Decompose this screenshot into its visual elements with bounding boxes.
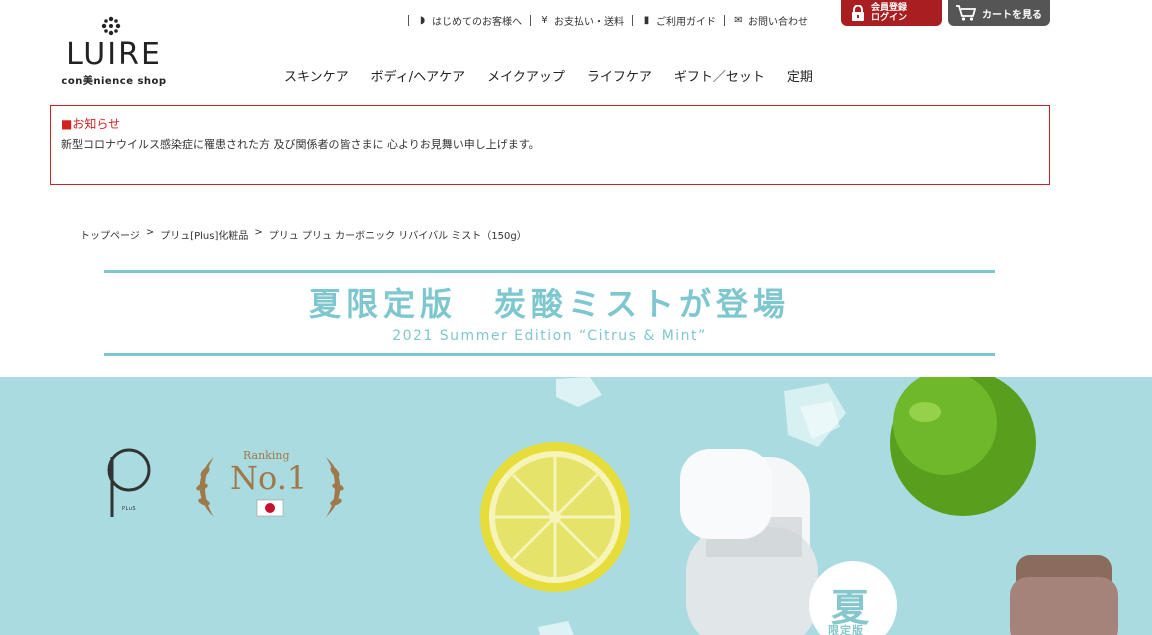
notice-title: ■お知らせ bbox=[61, 117, 121, 131]
util-link-payment[interactable]: ¥ お支払い・送料 bbox=[539, 13, 624, 28]
view-cart-label: カートを見る bbox=[982, 9, 1042, 21]
breadcrumb: トップページ > プリュ[Plus]化粧品 > プリュ プリュ カーボニック リ… bbox=[80, 227, 527, 242]
bottle-icon bbox=[1010, 555, 1118, 635]
plus-brand-name: PLuS bbox=[122, 506, 137, 512]
cart-icon bbox=[956, 5, 976, 21]
mist-bottle-icon bbox=[680, 449, 818, 635]
lemon-slice-icon bbox=[480, 442, 630, 592]
divider bbox=[530, 14, 531, 26]
member-login-label: 会員登録 ログイン bbox=[871, 3, 908, 23]
breadcrumb-separator: > bbox=[145, 227, 155, 238]
nav-gift-set[interactable]: ギフト／セット bbox=[674, 66, 765, 85]
campaign-bottom-rule bbox=[104, 353, 995, 356]
nav-body-haircare[interactable]: ボディ/ヘアケア bbox=[371, 66, 465, 85]
campaign-title: 夏限定版 炭酸ミストが登場 bbox=[308, 285, 790, 323]
logo-flower-icon bbox=[101, 16, 121, 36]
ranking-value: No.1 bbox=[230, 459, 308, 497]
yen-icon: ¥ bbox=[541, 14, 548, 26]
hero-illustration bbox=[107, 377, 1118, 635]
view-cart-button[interactable]: カートを見る bbox=[948, 0, 1050, 26]
hero-banner[interactable]: Ranking No.1 PLuS 夏 限定版 bbox=[0, 377, 1152, 635]
util-link-label: はじめてのお客様へ bbox=[432, 16, 522, 28]
lock-icon bbox=[852, 5, 864, 21]
notice-body: 新型コロナウイルス感染症に罹患された方 及び関係者の皆さまに 心よりお見舞い申し… bbox=[61, 138, 540, 151]
breadcrumb-separator: > bbox=[254, 227, 263, 238]
breadcrumb-current: プリュ プリュ カーボニック リバイバル ミスト（150g） bbox=[268, 231, 527, 242]
util-link-label: ご利用ガイド bbox=[656, 16, 716, 28]
util-link-label: お支払い・送料 bbox=[554, 16, 624, 28]
util-link-contact[interactable]: ✉ お問い合わせ bbox=[733, 13, 808, 28]
nav-makeup[interactable]: メイクアップ bbox=[487, 66, 565, 85]
divider bbox=[724, 14, 725, 26]
utility-nav: ◗ はじめてのお客様へ ¥ お支払い・送料 ▮ ご利用ガイド ✉ お問い合わせ bbox=[400, 12, 808, 28]
mail-icon: ✉ bbox=[734, 14, 743, 26]
divider bbox=[632, 14, 633, 26]
japan-flag-icon bbox=[256, 499, 284, 517]
main-category-nav: スキンケア ボディ/ヘアケア メイクアップ ライフケア ギフト／セット 定期 bbox=[284, 66, 835, 85]
nav-skincare[interactable]: スキンケア bbox=[284, 66, 349, 85]
nav-lifecare[interactable]: ライフケア bbox=[587, 66, 652, 85]
campaign-subtitle: 2021 Summer Edition “Citrus & Mint” bbox=[392, 328, 707, 344]
util-link-first-time[interactable]: ◗ はじめてのお客様へ bbox=[417, 13, 522, 28]
site-logo[interactable]: LUIRE con美nience shop bbox=[49, 16, 179, 88]
breadcrumb-category[interactable]: プリュ[Plus]化粧品 bbox=[160, 227, 248, 242]
member-login-button[interactable]: 会員登録 ログイン bbox=[841, 0, 942, 26]
beginner-mark-icon: ◗ bbox=[419, 14, 426, 26]
nav-subscription[interactable]: 定期 bbox=[787, 66, 813, 85]
util-link-label: お問い合わせ bbox=[748, 16, 808, 28]
logo-tagline: con美nience shop bbox=[61, 76, 167, 87]
summer-badge-label: 限定版 bbox=[828, 624, 864, 635]
breadcrumb-home[interactable]: トップページ bbox=[80, 227, 140, 242]
divider bbox=[408, 14, 409, 26]
logo-wordmark: LUIRE bbox=[66, 37, 162, 72]
campaign-top-rule bbox=[104, 270, 995, 273]
util-link-guide[interactable]: ▮ ご利用ガイド bbox=[641, 13, 716, 28]
notice-box: ■お知らせ 新型コロナウイルス感染症に罹患された方 及び関係者の皆さまに 心より… bbox=[50, 105, 1050, 185]
lime-fruit-icon bbox=[890, 377, 1036, 516]
guide-book-icon: ▮ bbox=[643, 14, 650, 26]
